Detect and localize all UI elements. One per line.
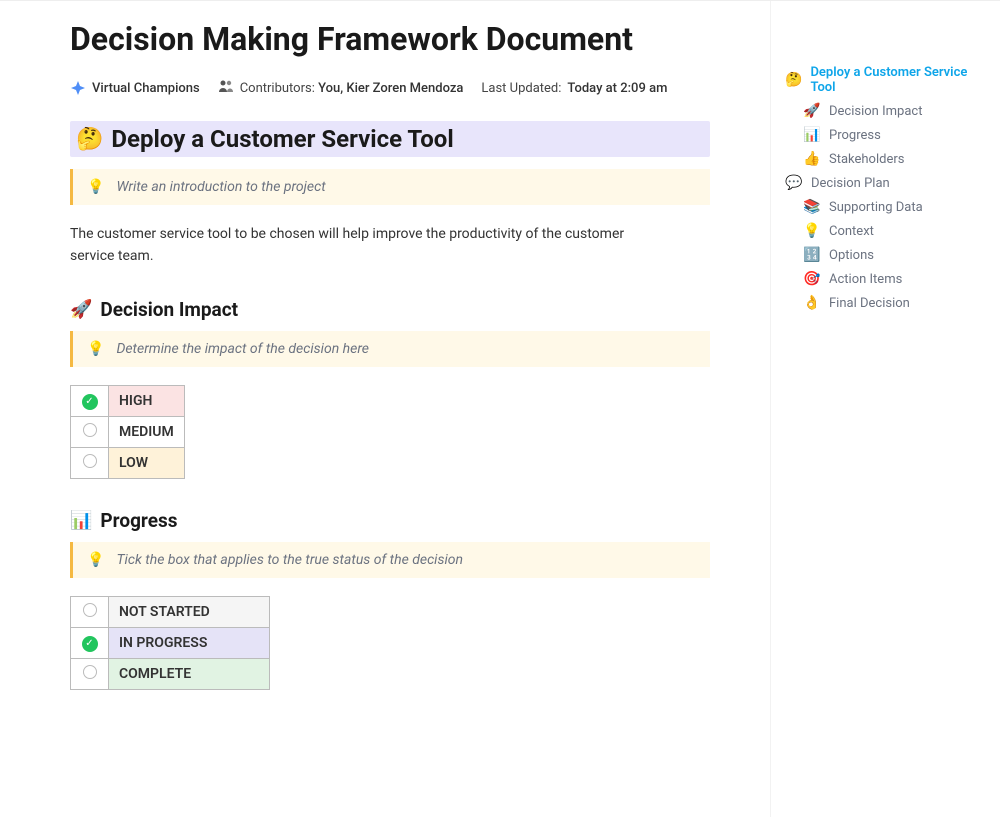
outline-item[interactable]: 🚀 Decision Impact bbox=[781, 99, 986, 123]
impact-tbody: ✓ HIGHMEDIUMLOW bbox=[71, 385, 185, 478]
row-checkbox[interactable] bbox=[71, 596, 109, 627]
page-title: Decision Making Framework Document bbox=[70, 19, 710, 59]
impact-table: ✓ HIGHMEDIUMLOW bbox=[70, 385, 185, 479]
main-content: Decision Making Framework Document Virtu… bbox=[0, 1, 770, 817]
intro-paragraph[interactable]: The customer service tool to be chosen w… bbox=[70, 223, 670, 268]
table-row: NOT STARTED bbox=[71, 596, 270, 627]
row-checkbox[interactable] bbox=[71, 447, 109, 478]
outline-label: Deploy a Customer Service Tool bbox=[810, 65, 982, 95]
outline-emoji-icon: 📚 bbox=[803, 199, 821, 215]
bulb-icon: 💡 bbox=[87, 341, 104, 357]
thinking-emoji-icon: 🤔 bbox=[76, 127, 103, 152]
people-icon bbox=[218, 79, 234, 97]
outline-list: 🤔 Deploy a Customer Service Tool 🚀 Decision… bbox=[781, 61, 986, 315]
outline-label: Options bbox=[829, 248, 874, 263]
table-row: COMPLETE bbox=[71, 658, 270, 689]
outline-emoji-icon: 🤔 bbox=[785, 72, 802, 88]
outline-emoji-icon: 👍 bbox=[803, 151, 821, 167]
empty-circle-icon bbox=[83, 454, 97, 468]
workspace-icon bbox=[70, 80, 86, 96]
row-label: NOT STARTED bbox=[109, 596, 270, 627]
outline-emoji-icon: 🎯 bbox=[803, 271, 821, 287]
outline-item[interactable]: 👌 Final Decision bbox=[781, 291, 986, 315]
empty-circle-icon bbox=[83, 603, 97, 617]
progress-tbody: NOT STARTED ✓ IN PROGRESSCOMPLETE bbox=[71, 596, 270, 689]
callout-intro[interactable]: 💡 Write an introduction to the project bbox=[70, 169, 710, 205]
row-label: LOW bbox=[109, 447, 185, 478]
table-row: LOW bbox=[71, 447, 185, 478]
callout-progress-text: Tick the box that applies to the true st… bbox=[116, 552, 463, 568]
outline-emoji-icon: 👌 bbox=[803, 295, 821, 311]
callout-impact[interactable]: 💡 Determine the impact of the decision h… bbox=[70, 331, 710, 367]
outline-emoji-icon: 📊 bbox=[803, 127, 821, 143]
table-row: ✓ HIGH bbox=[71, 385, 185, 416]
row-checkbox[interactable] bbox=[71, 416, 109, 447]
table-row: ✓ IN PROGRESS bbox=[71, 627, 270, 658]
outline-label: Decision Plan bbox=[811, 176, 890, 191]
section-impact-title: Decision Impact bbox=[100, 298, 238, 321]
row-label: IN PROGRESS bbox=[109, 627, 270, 658]
outline-sidebar: 🤔 Deploy a Customer Service Tool 🚀 Decision… bbox=[770, 1, 1000, 817]
outline-item[interactable]: 🎯 Action Items bbox=[781, 267, 986, 291]
callout-intro-text: Write an introduction to the project bbox=[116, 179, 325, 195]
outline-label: Supporting Data bbox=[829, 200, 923, 215]
section-deploy-title: Deploy a Customer Service Tool bbox=[111, 125, 453, 153]
outline-item[interactable]: 🤔 Deploy a Customer Service Tool bbox=[781, 61, 986, 99]
callout-progress[interactable]: 💡 Tick the box that applies to the true … bbox=[70, 542, 710, 578]
outline-emoji-icon: 💬 bbox=[785, 175, 803, 191]
outline-item[interactable]: 📊 Progress bbox=[781, 123, 986, 147]
row-checkbox[interactable]: ✓ bbox=[71, 627, 109, 658]
section-progress-heading[interactable]: 📊 Progress bbox=[70, 509, 710, 532]
outline-label: Context bbox=[829, 224, 874, 239]
progress-table: NOT STARTED ✓ IN PROGRESSCOMPLETE bbox=[70, 596, 270, 690]
check-circle-icon: ✓ bbox=[82, 636, 98, 652]
bulb-icon: 💡 bbox=[87, 179, 104, 195]
outline-label: Progress bbox=[829, 128, 881, 143]
row-label: COMPLETE bbox=[109, 658, 270, 689]
outline-label: Decision Impact bbox=[829, 104, 922, 119]
row-label: MEDIUM bbox=[109, 416, 185, 447]
outline-item[interactable]: 👍 Stakeholders bbox=[781, 147, 986, 171]
contributors[interactable]: Contributors: You, Kier Zoren Mendoza bbox=[218, 79, 464, 97]
outline-label: Action Items bbox=[829, 272, 902, 287]
empty-circle-icon bbox=[83, 423, 97, 437]
outline-item[interactable]: 💬 Decision Plan bbox=[781, 171, 986, 195]
empty-circle-icon bbox=[83, 665, 97, 679]
bulb-icon: 💡 bbox=[87, 552, 104, 568]
row-checkbox[interactable] bbox=[71, 658, 109, 689]
last-updated: Last Updated: Today at 2:09 am bbox=[481, 81, 667, 96]
table-row: MEDIUM bbox=[71, 416, 185, 447]
doc-meta: Virtual Champions Contributors: You, Kie… bbox=[70, 79, 710, 97]
workspace-chip[interactable]: Virtual Champions bbox=[70, 80, 200, 96]
callout-impact-text: Determine the impact of the decision her… bbox=[116, 341, 369, 357]
outline-emoji-icon: 🔢 bbox=[803, 247, 821, 263]
outline-label: Final Decision bbox=[829, 296, 910, 311]
row-label: HIGH bbox=[109, 385, 185, 416]
outline-item[interactable]: 🔢 Options bbox=[781, 243, 986, 267]
outline-item[interactable]: 💡 Context bbox=[781, 219, 986, 243]
workspace-name: Virtual Champions bbox=[92, 81, 200, 96]
row-checkbox[interactable]: ✓ bbox=[71, 385, 109, 416]
outline-emoji-icon: 🚀 bbox=[803, 103, 821, 119]
outline-emoji-icon: 💡 bbox=[803, 223, 821, 239]
outline-label: Stakeholders bbox=[829, 152, 904, 167]
section-progress-title: Progress bbox=[100, 509, 177, 532]
check-circle-icon: ✓ bbox=[82, 394, 98, 410]
chart-emoji-icon: 📊 bbox=[70, 510, 92, 531]
rocket-emoji-icon: 🚀 bbox=[70, 299, 92, 320]
section-impact-heading[interactable]: 🚀 Decision Impact bbox=[70, 298, 710, 321]
outline-item[interactable]: 📚 Supporting Data bbox=[781, 195, 986, 219]
section-deploy-heading[interactable]: 🤔 Deploy a Customer Service Tool bbox=[70, 121, 710, 157]
